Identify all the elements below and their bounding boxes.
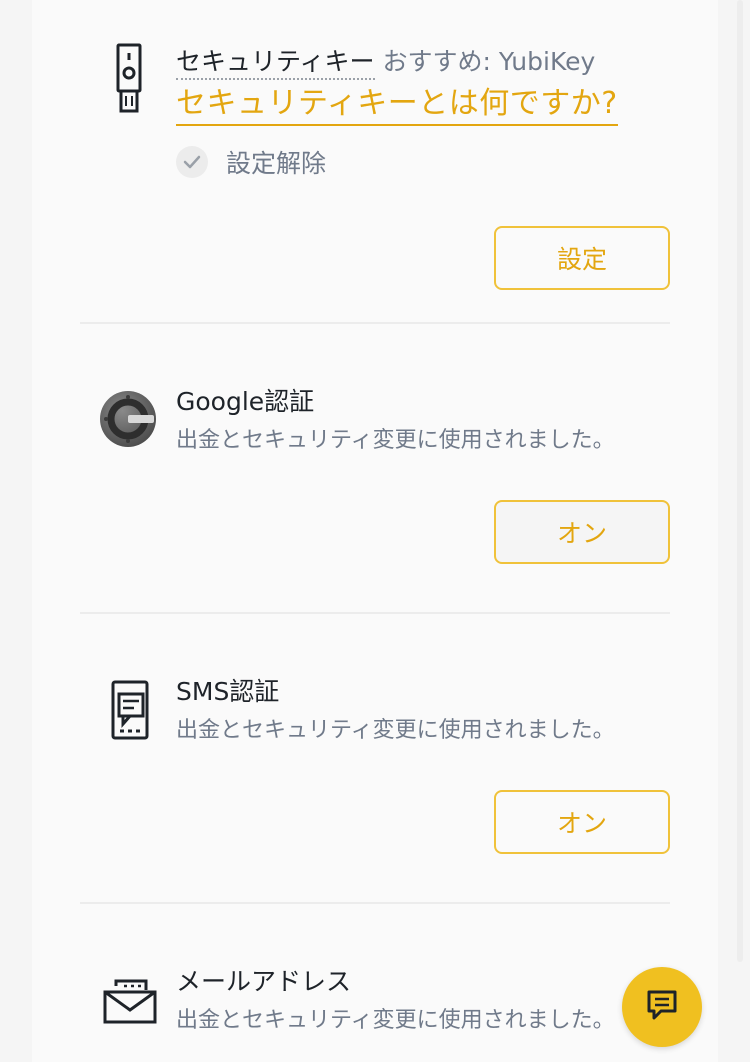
usb-key-icon — [114, 42, 146, 118]
google-auth-section: Google認証 出金とセキュリティ変更に使用されました。 オン — [32, 324, 718, 612]
google-auth-title-row: Google認証 — [176, 382, 314, 418]
email-title-row: メールアドレス — [176, 962, 351, 998]
scrollbar[interactable] — [737, 0, 743, 962]
sms-auth-title-row: SMS認証 — [176, 672, 279, 708]
security-key-title[interactable]: セキュリティキー — [176, 47, 375, 80]
sms-auth-section: SMS認証 出金とセキュリティ変更に使用されました。 オン — [32, 614, 718, 902]
google-authenticator-icon — [99, 390, 157, 452]
security-settings-card: セキュリティキー おすすめ: YubiKey セキュリティキーとは何ですか? 設定… — [32, 0, 718, 1062]
email-description: 出金とセキュリティ変更に使用されました。 — [176, 1008, 615, 1033]
security-key-status: 設定解除 — [176, 144, 326, 180]
sms-auth-on-button[interactable]: オン — [494, 790, 670, 854]
security-key-title-row: セキュリティキー おすすめ: YubiKey — [176, 42, 596, 80]
phone-message-icon — [110, 680, 152, 746]
chat-button[interactable] — [622, 967, 702, 1047]
security-key-setup-button[interactable]: 設定 — [494, 226, 670, 290]
check-icon — [176, 146, 208, 178]
security-key-section: セキュリティキー おすすめ: YubiKey セキュリティキーとは何ですか? 設定… — [32, 0, 718, 322]
sms-auth-title: SMS認証 — [176, 677, 280, 706]
email-section: メールアドレス 出金とセキュリティ変更に使用されました。 — [32, 904, 718, 1062]
google-auth-title: Google認証 — [176, 387, 315, 416]
sms-auth-description: 出金とセキュリティ変更に使用されました。 — [176, 718, 615, 743]
security-key-recommendation: おすすめ: YubiKey — [382, 47, 596, 76]
security-key-help-link[interactable]: セキュリティキーとは何ですか? — [176, 78, 618, 126]
email-title: メールアドレス — [176, 967, 352, 996]
google-auth-on-button[interactable]: オン — [494, 500, 670, 564]
chat-icon — [645, 988, 679, 1026]
security-key-status-label: 設定解除 — [226, 149, 327, 178]
google-auth-description: 出金とセキュリティ変更に使用されました。 — [176, 428, 615, 453]
envelope-icon — [102, 978, 158, 1028]
